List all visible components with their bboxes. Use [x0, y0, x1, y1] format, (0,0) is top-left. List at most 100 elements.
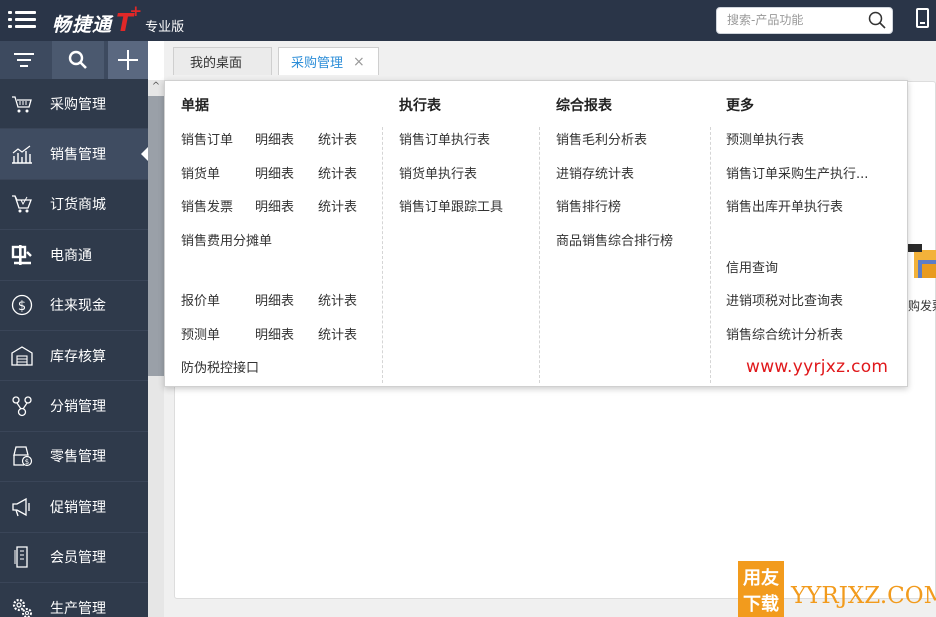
menu-link[interactable]: 统计表 — [318, 324, 357, 343]
menu-link[interactable]: 进销项税对比查询表 — [726, 290, 843, 309]
tab-bar: 我的桌面 采购管理 × — [164, 41, 936, 80]
brand-logo: 畅捷通 T + 专业版 — [52, 2, 185, 37]
menu-link[interactable]: 销售订单跟踪工具 — [399, 196, 503, 215]
menu-link[interactable]: 报价单 — [181, 290, 220, 309]
menu-column-heading: 执行表 — [399, 98, 441, 114]
menu-link[interactable]: 销货单执行表 — [399, 163, 477, 182]
shopping-cart-icon — [10, 192, 34, 216]
menu-link[interactable]: 销货单 — [181, 163, 220, 182]
sidebar-search-button[interactable] — [52, 41, 104, 79]
sidebar-item-distribution[interactable]: 分销管理 — [0, 381, 148, 432]
mobile-icon[interactable] — [916, 8, 929, 28]
menu-link[interactable]: 销售订单采购生产执行... — [726, 163, 868, 182]
retail-icon: $ — [10, 444, 34, 468]
sidebar-item-purchase[interactable]: 采购管理 — [0, 79, 148, 130]
sales-menu-popup: 单据 销售订单 明细表 统计表 销货单 明细表 统计表 销售发票 明细表 统计表… — [164, 80, 908, 387]
sidebar-item-ecommerce[interactable]: 电商通 — [0, 230, 148, 281]
sidebar-scrollbar[interactable]: ^ — [148, 80, 164, 617]
watermark-logo: 用友 下载 YYRJXZ.COM — [738, 561, 936, 617]
menu-link[interactable]: 统计表 — [318, 196, 357, 215]
list-collapse-icon — [14, 53, 34, 67]
menu-link[interactable]: 销售排行榜 — [556, 196, 621, 215]
column-divider — [539, 127, 540, 383]
menu-link[interactable]: 统计表 — [318, 129, 357, 148]
menu-link[interactable]: 销售出库开单执行表 — [726, 196, 843, 215]
menu-link[interactable]: 销售发票 — [181, 196, 233, 215]
sidebar-item-member[interactable]: 会员管理 — [0, 533, 148, 583]
search-icon — [68, 50, 87, 69]
edition-label: 专业版 — [145, 20, 185, 35]
sidebar-item-label: 销售管理 — [50, 147, 106, 164]
menu-column-heading: 单据 — [181, 98, 209, 114]
menu-link[interactable]: 销售订单 — [181, 129, 233, 148]
search-icon[interactable] — [868, 11, 886, 29]
distribution-icon — [10, 394, 34, 418]
menu-link[interactable]: 销售订单执行表 — [399, 129, 490, 148]
menu-link[interactable]: 销售综合统计分析表 — [726, 324, 843, 343]
sidebar-item-order-mall[interactable]: 订货商城 — [0, 180, 148, 231]
sidebar-toolbar — [0, 41, 148, 79]
tab-label: 采购管理 — [291, 56, 344, 71]
menu-link[interactable]: 防伪税控接口 — [181, 357, 259, 376]
menu-link[interactable]: 明细表 — [255, 163, 294, 182]
brand-name: 畅捷通 — [52, 14, 113, 36]
watermark-brand: YYRJXZ.COM — [790, 583, 936, 609]
menu-link[interactable]: 信用查询 — [726, 257, 778, 276]
sidebar-item-label: 库存核算 — [50, 348, 106, 365]
watermark-badge-bottom: 下载 — [743, 593, 779, 615]
close-icon[interactable]: × — [353, 54, 365, 70]
collapse-menu-button[interactable] — [0, 41, 48, 79]
sales-chart-icon — [10, 142, 34, 166]
tab-label: 我的桌面 — [190, 56, 243, 71]
desktop-shortcut-label[interactable]: 购发票 — [908, 297, 936, 314]
ecommerce-icon — [10, 243, 34, 267]
column-divider — [710, 127, 711, 383]
tab-my-desktop[interactable]: 我的桌面 — [173, 47, 272, 75]
menu-link[interactable]: 商品销售综合排行榜 — [556, 230, 673, 249]
sidebar-item-label: 往来现金 — [50, 298, 106, 315]
sidebar-item-label: 会员管理 — [50, 550, 106, 567]
member-card-icon — [10, 545, 34, 569]
search-input[interactable] — [727, 8, 867, 32]
tab-purchase-management[interactable]: 采购管理 × — [278, 47, 379, 75]
top-bar: 畅捷通 T + 专业版 — [0, 0, 936, 41]
add-button[interactable] — [108, 41, 148, 79]
sidebar-item-label: 分销管理 — [50, 399, 106, 416]
column-divider — [382, 127, 383, 383]
menu-link[interactable]: 预测单 — [181, 324, 220, 343]
scroll-up-arrow-icon[interactable]: ^ — [148, 80, 164, 94]
shopping-basket-icon — [10, 92, 34, 116]
main-menu-icon[interactable] — [8, 10, 36, 30]
scrollbar-thumb[interactable] — [148, 96, 164, 376]
sidebar-item-promotion[interactable]: 促销管理 — [0, 482, 148, 533]
menu-link[interactable]: 明细表 — [255, 196, 294, 215]
sidebar-item-production[interactable]: 生产管理 — [0, 583, 148, 617]
warehouse-icon — [10, 344, 34, 368]
svg-text:$: $ — [25, 458, 29, 466]
menu-link[interactable]: 统计表 — [318, 290, 357, 309]
sidebar-item-inventory[interactable]: 库存核算 — [0, 331, 148, 382]
sidebar-item-sales[interactable]: 销售管理 — [0, 129, 149, 180]
menu-column-heading: 综合报表 — [556, 98, 612, 114]
menu-link[interactable]: 销售费用分摊单 — [181, 230, 272, 249]
menu-link[interactable]: 明细表 — [255, 129, 294, 148]
purchase-invoice-icon[interactable] — [908, 244, 936, 292]
watermark-badge-top: 用友 — [743, 567, 779, 589]
menu-link[interactable]: 进销存统计表 — [556, 163, 634, 182]
sidebar-item-label: 订货商城 — [50, 197, 106, 214]
gears-icon — [10, 596, 34, 617]
menu-column-heading: 更多 — [726, 98, 754, 114]
menu-link[interactable]: 明细表 — [255, 290, 294, 309]
menu-link[interactable]: 销售毛利分析表 — [556, 129, 647, 148]
sidebar-item-label: 零售管理 — [50, 449, 106, 466]
menu-link[interactable]: 预测单执行表 — [726, 129, 804, 148]
megaphone-icon — [10, 495, 34, 519]
cash-icon: $ — [10, 293, 34, 317]
menu-link[interactable]: 统计表 — [318, 163, 357, 182]
sidebar-item-cash[interactable]: $ 往来现金 — [0, 281, 148, 331]
sidebar-item-retail[interactable]: $ 零售管理 — [0, 432, 148, 483]
watermark-url: www.yyrjxz.com — [746, 357, 889, 377]
menu-link[interactable]: 明细表 — [255, 324, 294, 343]
brand-t-mark: T + — [116, 2, 143, 37]
sidebar-item-label: 电商通 — [50, 247, 92, 264]
